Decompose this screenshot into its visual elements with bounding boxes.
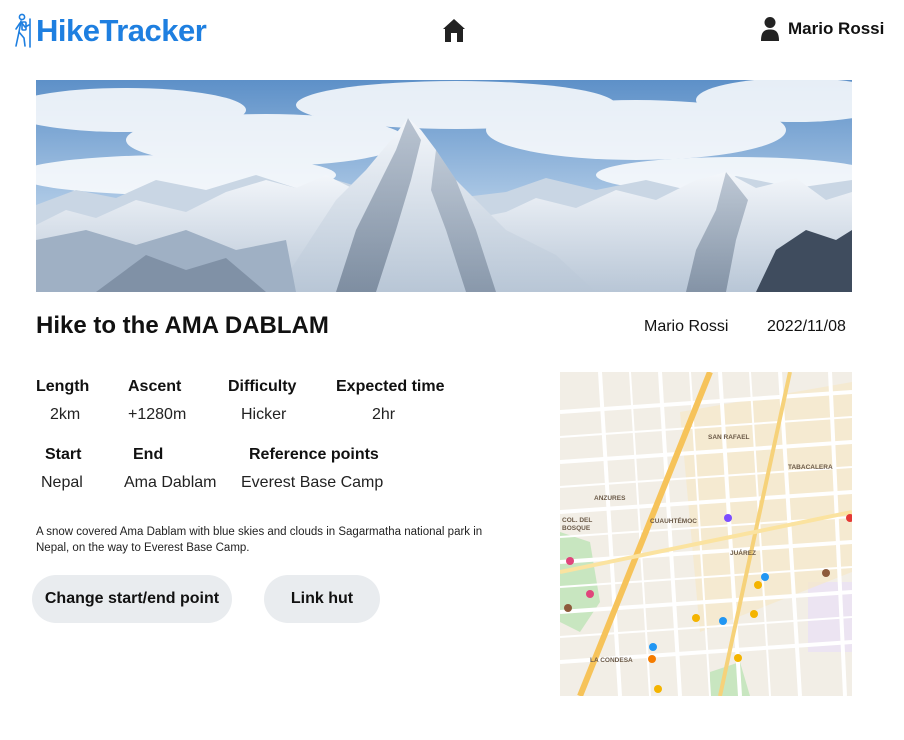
logo-text: HikeTracker — [36, 13, 207, 48]
user-icon — [761, 17, 779, 41]
svg-text:ANZURES: ANZURES — [594, 495, 626, 502]
app-logo[interactable]: HikeTracker — [12, 12, 207, 50]
svg-text:TABACALERA: TABACALERA — [788, 464, 833, 471]
difficulty-value: Hicker — [241, 406, 287, 423]
hike-cover-image — [36, 80, 852, 292]
length-label: Length — [36, 378, 90, 395]
ascent-value: +1280m — [128, 406, 187, 423]
reference-points-label: Reference points — [249, 446, 379, 463]
difficulty-label: Difficulty — [228, 378, 297, 395]
svg-text:CUAUHTÉMOC: CUAUHTÉMOC — [650, 516, 697, 525]
hike-author: Mario Rossi — [644, 318, 729, 335]
hike-date: 2022/11/08 — [767, 318, 846, 335]
start-value: Nepal — [41, 474, 83, 491]
end-value: Ama Dablam — [124, 474, 217, 491]
ascent-label: Ascent — [128, 378, 182, 395]
end-label: End — [133, 446, 164, 463]
svg-text:LA CONDESA: LA CONDESA — [590, 657, 633, 664]
svg-text:COL. DEL: COL. DEL — [562, 517, 592, 524]
expected-time-value: 2hr — [372, 406, 396, 423]
start-label: Start — [45, 446, 82, 463]
user-name: Mario Rossi — [788, 19, 885, 38]
link-hut-button[interactable]: Link hut — [264, 575, 380, 623]
svg-text:JUÁREZ: JUÁREZ — [730, 548, 756, 557]
hike-description: A snow covered Ama Dablam with blue skie… — [36, 526, 483, 554]
hike-map[interactable]: SAN RAFAEL TABACALERA ANZURES CUAUHTÉMOC… — [560, 372, 852, 696]
length-value: 2km — [50, 406, 81, 423]
user-menu[interactable]: Mario Rossi — [760, 14, 884, 44]
home-icon — [443, 19, 465, 42]
hike-title: Hike to the AMA DABLAM — [36, 312, 329, 339]
svg-text:BOSQUE: BOSQUE — [562, 525, 591, 532]
hiker-icon — [15, 13, 31, 48]
change-start-end-button[interactable]: Change start/end point — [32, 575, 232, 623]
home-button[interactable] — [440, 16, 468, 44]
expected-time-label: Expected time — [336, 378, 445, 395]
svg-text:SAN RAFAEL: SAN RAFAEL — [708, 434, 750, 441]
reference-points-value: Everest Base Camp — [241, 474, 384, 491]
